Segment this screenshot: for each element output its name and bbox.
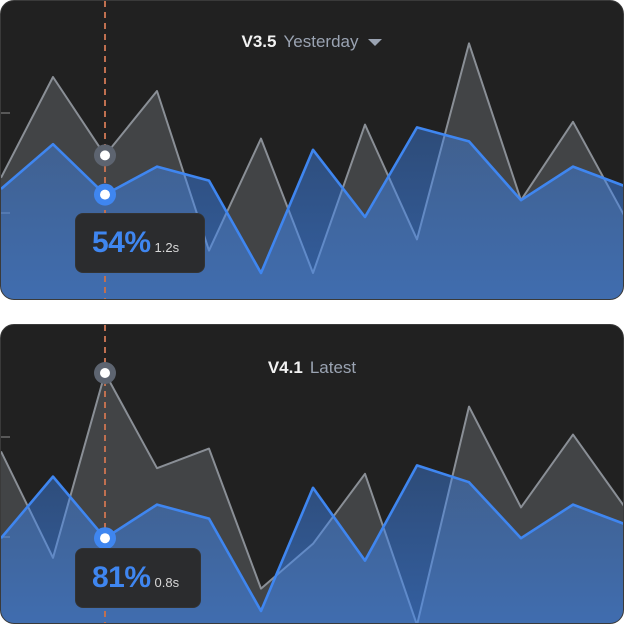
- point-marker-center: [100, 150, 110, 161]
- tooltip-percent: 81%: [92, 561, 151, 594]
- period-label: Latest: [309, 358, 357, 377]
- version-label: V3.5: [241, 32, 277, 51]
- period-label: Yesterday: [283, 32, 359, 51]
- chevron-down-icon[interactable]: [368, 39, 383, 47]
- chart-title: V4.1 Latest: [1, 358, 623, 378]
- point-marker-center: [100, 189, 110, 200]
- version-label: V4.1: [267, 358, 303, 377]
- value-tooltip: 54% 1.2s: [76, 214, 204, 272]
- chart-title[interactable]: V3.5 Yesterday: [1, 32, 623, 52]
- chart-panel-v41: V4.1 Latest 81% 0.8s: [0, 324, 624, 624]
- tooltip-percent: 54%: [92, 226, 151, 259]
- point-marker-center: [100, 533, 110, 544]
- value-tooltip: 81% 0.8s: [76, 549, 200, 607]
- tooltip-duration: 1.2s: [154, 240, 180, 255]
- tooltip-duration: 0.8s: [154, 575, 180, 590]
- chart-panel-v35: V3.5 Yesterday 54% 1.2s: [0, 0, 624, 300]
